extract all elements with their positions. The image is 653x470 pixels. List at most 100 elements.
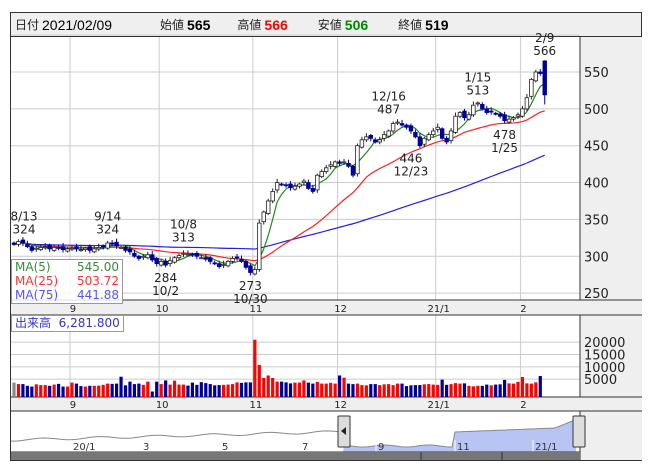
candle-body	[230, 258, 235, 262]
volume-bar	[172, 380, 177, 397]
candle-body	[542, 60, 547, 96]
candle-body	[341, 161, 347, 164]
volume-bar	[351, 384, 355, 397]
volume-label: 出来高	[15, 316, 52, 330]
volume-bar	[226, 384, 230, 397]
candle-body	[386, 130, 391, 137]
candle-body	[368, 134, 373, 139]
volume-bar	[288, 383, 293, 397]
volume-bar	[217, 385, 221, 397]
volume-bar	[534, 382, 538, 397]
candle-body	[520, 108, 525, 117]
annotation-value: 478	[493, 128, 516, 142]
ma75-value: 441.88	[77, 288, 119, 302]
candle-body	[216, 263, 222, 267]
annotation-value: 513	[466, 83, 489, 97]
candle-body	[163, 261, 168, 266]
volume-bar	[507, 383, 511, 397]
candle-body	[364, 136, 369, 141]
candle-body	[69, 247, 75, 250]
volume-bar	[186, 385, 190, 397]
candle-body	[114, 241, 119, 247]
volume-bar	[164, 380, 168, 397]
volume-bar	[141, 384, 145, 397]
volume-bar	[74, 383, 79, 397]
volume-bar	[538, 376, 542, 397]
candle-body	[212, 262, 217, 265]
volume-bar	[168, 384, 172, 397]
price-tick-label: 300	[584, 250, 609, 265]
volume-bar	[467, 385, 471, 397]
volume-bar	[427, 384, 431, 397]
annotation-date: 1/25	[491, 141, 518, 155]
volume-bar	[445, 384, 449, 397]
candle-body	[435, 126, 440, 130]
candle-body	[417, 136, 423, 147]
candle-body	[221, 263, 226, 266]
candle-body	[34, 247, 39, 250]
candle-body	[194, 252, 200, 257]
volume-bar	[449, 384, 453, 397]
price-tick-label: 550	[584, 66, 609, 81]
candle-body	[243, 261, 249, 268]
volume-month-label: 12	[334, 400, 347, 411]
candle-body	[373, 139, 378, 143]
volume-bar	[208, 384, 212, 397]
volume-bar	[239, 382, 244, 397]
ma75-label: MA(75)	[15, 288, 59, 302]
volume-bar	[230, 384, 235, 397]
volume-bar	[25, 385, 29, 397]
ma-legend: MA(5) 545.00 MA(25) 503.72 MA(75) 441.88	[11, 259, 123, 304]
volume-bar	[79, 386, 83, 397]
volume-bar	[262, 377, 266, 397]
candle-body	[274, 182, 280, 191]
volume-bar	[39, 385, 43, 397]
annotation-value: 284	[154, 271, 177, 285]
month-label: 2	[520, 304, 526, 315]
volume-bar	[333, 383, 337, 397]
navigator-scrollbar[interactable]	[11, 452, 580, 460]
candle-body	[74, 246, 79, 250]
volume-bar	[395, 383, 400, 397]
volume-bar	[297, 382, 302, 397]
x-axis-band-volume	[11, 397, 642, 411]
volume-bar	[382, 384, 386, 397]
volume-legend: 出来高 6,281.800	[11, 315, 124, 332]
candle-body	[83, 247, 88, 251]
volume-bar	[485, 384, 489, 397]
annotation-value: 446	[399, 152, 422, 166]
volume-bar	[222, 384, 226, 397]
stock-chart-window: 日付 2021/02/09 始値 565 高値 566 安値 506 終値 519 250…	[0, 0, 653, 470]
candle-body	[185, 253, 191, 256]
candle-body	[515, 114, 521, 117]
volume-bar	[244, 382, 248, 397]
candle-body	[239, 258, 244, 262]
candle-body	[301, 180, 307, 183]
volume-bar	[65, 386, 70, 397]
navigator-right-handle[interactable]	[572, 415, 586, 448]
candle-body	[172, 257, 177, 263]
volume-bar	[248, 382, 252, 397]
candle-body	[319, 171, 324, 178]
candle-body	[257, 222, 262, 270]
volume-bar	[436, 384, 440, 397]
volume-bar	[342, 377, 346, 397]
volume-bar	[494, 384, 498, 397]
candle-body	[203, 257, 208, 260]
volume-bar	[529, 383, 533, 397]
volume-bar	[43, 385, 47, 397]
candle-body	[47, 244, 52, 250]
volume-tick-label: 20000	[584, 336, 625, 351]
price-tick-label: 350	[584, 213, 609, 228]
volume-bar	[489, 385, 493, 397]
volume-bar	[137, 383, 141, 397]
candle-body	[310, 188, 316, 192]
price-volume-chart[interactable]: 2503003504004505005505000100001500020000…	[0, 0, 653, 470]
candle-body	[346, 162, 351, 167]
navigator-label: 11	[457, 442, 470, 453]
candle-body	[141, 255, 146, 258]
volume-bar	[413, 385, 417, 397]
candle-body	[158, 261, 164, 266]
volume-bar	[271, 377, 275, 397]
candle-body	[315, 174, 320, 191]
